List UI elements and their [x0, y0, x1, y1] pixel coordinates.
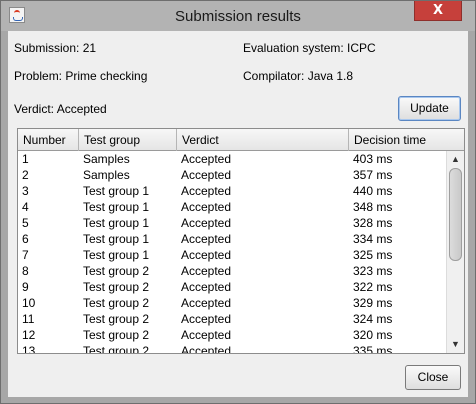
- cell-decision-time: 348 ms: [353, 200, 393, 214]
- cell-decision-time: 334 ms: [353, 232, 393, 246]
- table-row[interactable]: 1 Samples Accepted 403 ms: [18, 151, 446, 167]
- cell-verdict: Accepted: [181, 344, 232, 353]
- column-header-decision-time[interactable]: Decision time: [349, 129, 464, 151]
- cell-test-group: Test group 2: [83, 296, 150, 310]
- column-header-number[interactable]: Number: [18, 129, 79, 151]
- submission-label: Submission: 21: [14, 41, 97, 55]
- window-title: Submission results: [175, 8, 301, 25]
- close-button[interactable]: Close: [405, 365, 461, 390]
- column-header-verdict[interactable]: Verdict: [177, 129, 349, 151]
- cell-decision-time: 323 ms: [353, 264, 393, 278]
- table-row[interactable]: 11 Test group 2 Accepted 324 ms: [18, 311, 446, 327]
- table-body: 1 Samples Accepted 403 ms 2 Samples Accepted 35…: [18, 151, 446, 353]
- cell-decision-time: 440 ms: [353, 184, 393, 198]
- scrollbar-thumb[interactable]: [449, 168, 462, 261]
- cell-test-group: Test group 2: [83, 312, 150, 326]
- cell-decision-time: 403 ms: [353, 152, 393, 166]
- cell-decision-time: 357 ms: [353, 168, 393, 182]
- cell-decision-time: 328 ms: [353, 216, 393, 230]
- table-row[interactable]: 7 Test group 1 Accepted 325 ms: [18, 247, 446, 263]
- table-row[interactable]: 12 Test group 2 Accepted 320 ms: [18, 327, 446, 343]
- table-row[interactable]: 6 Test group 1 Accepted 334 ms: [18, 231, 446, 247]
- table-row[interactable]: 3 Test group 1 Accepted 440 ms: [18, 183, 446, 199]
- cell-verdict: Accepted: [181, 312, 232, 326]
- cell-number: 7: [22, 248, 29, 262]
- cell-verdict: Accepted: [181, 296, 232, 310]
- table-row[interactable]: 5 Test group 1 Accepted 328 ms: [18, 215, 446, 231]
- window-close-button[interactable]: X: [414, 1, 462, 21]
- cell-number: 9: [22, 280, 29, 294]
- vertical-scrollbar[interactable]: ▲ ▼: [446, 151, 464, 353]
- cell-test-group: Test group 1: [83, 216, 150, 230]
- cell-number: 1: [22, 152, 29, 166]
- table-row[interactable]: 2 Samples Accepted 357 ms: [18, 167, 446, 183]
- cell-verdict: Accepted: [181, 280, 232, 294]
- table-row[interactable]: 4 Test group 1 Accepted 348 ms: [18, 199, 446, 215]
- cell-decision-time: 322 ms: [353, 280, 393, 294]
- cell-test-group: Test group 2: [83, 328, 150, 342]
- cell-verdict: Accepted: [181, 328, 232, 342]
- cell-number: 10: [22, 296, 36, 310]
- cell-verdict: Accepted: [181, 168, 232, 182]
- cell-decision-time: 325 ms: [353, 248, 393, 262]
- table-header: Number Test group Verdict Decision time: [18, 129, 464, 151]
- cell-test-group: Test group 1: [83, 200, 150, 214]
- cell-decision-time: 324 ms: [353, 312, 393, 326]
- cell-test-group: Test group 2: [83, 344, 150, 353]
- verdict-label: Verdict: Accepted: [14, 102, 107, 116]
- cell-decision-time: 335 ms: [353, 344, 393, 353]
- cell-verdict: Accepted: [181, 264, 232, 278]
- table-row[interactable]: 13 Test group 2 Accepted 335 ms: [18, 343, 446, 353]
- cell-test-group: Test group 1: [83, 248, 150, 262]
- cell-test-group: Samples: [83, 168, 130, 182]
- cell-verdict: Accepted: [181, 152, 232, 166]
- cell-decision-time: 320 ms: [353, 328, 393, 342]
- cell-number: 2: [22, 168, 29, 182]
- scroll-up-icon[interactable]: ▲: [447, 151, 464, 167]
- problem-label: Problem: Prime checking: [14, 69, 148, 83]
- cell-test-group: Test group 2: [83, 264, 150, 278]
- cell-verdict: Accepted: [181, 200, 232, 214]
- cell-number: 3: [22, 184, 29, 198]
- cell-verdict: Accepted: [181, 216, 232, 230]
- cell-decision-time: 329 ms: [353, 296, 393, 310]
- table-row[interactable]: 9 Test group 2 Accepted 322 ms: [18, 279, 446, 295]
- table-row[interactable]: 8 Test group 2 Accepted 323 ms: [18, 263, 446, 279]
- cell-number: 4: [22, 200, 29, 214]
- cell-number: 13: [22, 344, 36, 353]
- cell-number: 6: [22, 232, 29, 246]
- table-row[interactable]: 10 Test group 2 Accepted 329 ms: [18, 295, 446, 311]
- cell-number: 8: [22, 264, 29, 278]
- title-bar[interactable]: Submission results X: [1, 1, 475, 31]
- results-table: Number Test group Verdict Decision time …: [17, 128, 465, 354]
- scroll-down-icon[interactable]: ▼: [447, 336, 464, 352]
- cell-test-group: Test group 1: [83, 232, 150, 246]
- compilator-label: Compilator: Java 1.8: [243, 69, 354, 83]
- update-button[interactable]: Update: [398, 96, 461, 121]
- cell-verdict: Accepted: [181, 232, 232, 246]
- cell-number: 12: [22, 328, 36, 342]
- cell-test-group: Test group 1: [83, 184, 150, 198]
- cell-verdict: Accepted: [181, 184, 232, 198]
- submission-results-window: Submission results X Submission: 21 Eval…: [0, 0, 476, 404]
- cell-number: 11: [22, 312, 35, 326]
- cell-test-group: Samples: [83, 152, 130, 166]
- dialog-content: Submission: 21 Evaluation system: ICPC P…: [8, 31, 468, 397]
- column-header-test-group[interactable]: Test group: [79, 129, 177, 151]
- evaluation-system-label: Evaluation system: ICPC: [243, 41, 376, 55]
- cell-test-group: Test group 2: [83, 280, 150, 294]
- cell-number: 5: [22, 216, 29, 230]
- cell-verdict: Accepted: [181, 248, 232, 262]
